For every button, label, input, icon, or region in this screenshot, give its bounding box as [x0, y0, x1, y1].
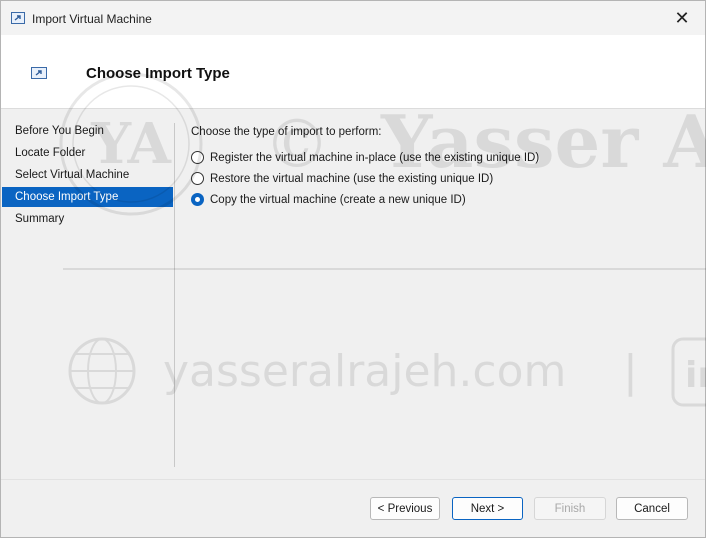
- nav-item-select-virtual-machine[interactable]: Select Virtual Machine: [2, 165, 173, 185]
- option-label: Restore the virtual machine (use the exi…: [210, 172, 494, 185]
- import-type-prompt: Choose the type of import to perform:: [191, 126, 382, 138]
- option-restore[interactable]: Restore the virtual machine (use the exi…: [191, 172, 493, 185]
- radio-register-in-place[interactable]: [191, 151, 204, 164]
- watermark-linkedin: in: [685, 355, 706, 396]
- footer-divider: [1, 479, 705, 480]
- close-icon: ✕: [674, 7, 690, 28]
- nav-item-summary[interactable]: Summary: [2, 209, 173, 229]
- nav-divider: [174, 123, 175, 467]
- wizard-steps-nav: Before You Begin Locate Folder Select Vi…: [1, 121, 175, 467]
- wizard-header: Choose Import Type: [1, 35, 705, 109]
- nav-item-locate-folder[interactable]: Locate Folder: [2, 143, 173, 163]
- window-title: Import Virtual Machine: [32, 12, 152, 26]
- finish-button[interactable]: Finish: [534, 497, 606, 520]
- option-register-in-place[interactable]: Register the virtual machine in-place (u…: [191, 151, 539, 164]
- import-icon: [31, 67, 47, 79]
- next-button[interactable]: Next >: [452, 497, 523, 520]
- page-title: Choose Import Type: [86, 65, 230, 82]
- title-bar[interactable]: Import Virtual Machine ✕: [1, 1, 705, 35]
- watermark-separator: |: [623, 346, 638, 397]
- option-label: Copy the virtual machine (create a new u…: [210, 193, 466, 206]
- nav-item-before-you-begin[interactable]: Before You Begin: [2, 121, 173, 141]
- close-button[interactable]: ✕: [659, 1, 705, 35]
- radio-restore[interactable]: [191, 172, 204, 185]
- nav-item-choose-import-type[interactable]: Choose Import Type: [2, 187, 173, 207]
- linkedin-icon: [671, 337, 706, 407]
- option-copy[interactable]: Copy the virtual machine (create a new u…: [191, 193, 466, 206]
- watermark-site: yasseralrajeh.com: [163, 346, 566, 397]
- radio-copy[interactable]: [191, 193, 204, 206]
- import-vm-dialog: Import Virtual Machine ✕ Choose Import T…: [0, 0, 706, 538]
- hyper-v-app-icon: [11, 12, 25, 24]
- cancel-button[interactable]: Cancel: [616, 497, 688, 520]
- import-type-panel: Choose the type of import to perform: Re…: [191, 126, 691, 206]
- previous-button[interactable]: < Previous: [370, 497, 440, 520]
- option-label: Register the virtual machine in-place (u…: [210, 151, 540, 164]
